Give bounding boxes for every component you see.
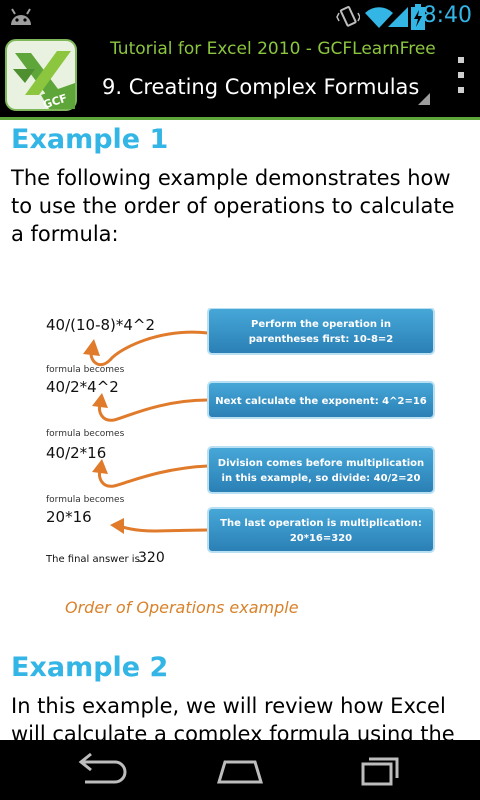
note-box-step-4 xyxy=(207,507,435,553)
example1-heading: Example 1 xyxy=(11,124,169,155)
becomes-label-3: formula becomes xyxy=(46,495,125,505)
android-notification-icon xyxy=(11,8,31,25)
overflow-menu-button[interactable] xyxy=(440,45,480,105)
signal-icon xyxy=(388,7,408,27)
app-title: Tutorial for Excel 2010 - GCFLearnFree xyxy=(110,39,436,59)
status-bar: 8:40 xyxy=(0,0,480,33)
overflow-dot-icon xyxy=(458,87,464,93)
page-selector-dropdown[interactable]: 9. Creating Complex Formulas xyxy=(96,71,436,111)
formula-step-3: 40/2*16 xyxy=(46,444,106,462)
formula-step-4: 20*16 xyxy=(46,508,92,526)
back-button[interactable] xyxy=(55,748,145,792)
clock: 8:40 xyxy=(422,3,472,28)
note-box-step-3 xyxy=(207,446,435,494)
note-step-2-line-1: Next calculate the exponent: 4^2=16 xyxy=(215,396,427,407)
vibrate-icon xyxy=(336,6,360,27)
recent-apps-icon xyxy=(361,757,399,786)
home-button[interactable] xyxy=(195,748,285,792)
formula-step-1: 40/(10-8)*4^2 xyxy=(46,316,155,334)
note-step-1-line-1: Perform the operation in xyxy=(251,319,391,330)
becomes-label-1: formula becomes xyxy=(46,365,125,375)
home-icon xyxy=(216,760,264,784)
arrow-step-3 xyxy=(98,464,209,488)
overflow-dot-icon xyxy=(458,57,464,63)
navigation-bar xyxy=(0,740,480,800)
arrow-head-step-4 xyxy=(110,518,124,534)
note-step-3-line-1: Division comes before multiplication xyxy=(218,458,424,469)
example1-text: The following example demonstrates how t… xyxy=(11,166,455,246)
arrow-step-1 xyxy=(89,330,209,367)
becomes-label-2: formula becomes xyxy=(46,429,125,439)
action-bar: GCF Tutorial for Excel 2010 - GCFLearnFr… xyxy=(0,33,480,120)
arrow-head-step-1 xyxy=(83,339,100,356)
note-step-3-line-2: in this example, so divide: 40/2=20 xyxy=(222,473,421,484)
diagram-caption: Order of Operations example xyxy=(65,598,299,617)
note-step-1-line-2: parentheses first: 10-8=2 xyxy=(249,334,394,345)
note-step-4-line-1: The last operation is multiplication: xyxy=(220,518,422,529)
note-step-4-line-2: 20*16=320 xyxy=(290,533,352,544)
overflow-dot-icon xyxy=(458,72,464,78)
formula-step-2: 40/2*4^2 xyxy=(46,378,119,396)
page-title: 9. Creating Complex Formulas xyxy=(102,75,420,99)
back-icon xyxy=(78,752,127,784)
tutorial-content[interactable]: Example 1 The following example demonstr… xyxy=(0,120,480,740)
final-answer-value: 320 xyxy=(138,550,165,566)
dropdown-triangle-icon xyxy=(418,93,430,105)
arrow-step-2 xyxy=(98,398,209,422)
example2-text: In this example, we will review how Exce… xyxy=(11,694,455,740)
app-icon[interactable]: GCF xyxy=(5,39,77,111)
arrow-step-4 xyxy=(119,524,209,533)
note-box-step-1 xyxy=(207,308,435,355)
recent-apps-button[interactable] xyxy=(335,748,425,792)
final-answer-label: The final answer is xyxy=(45,554,140,565)
order-of-operations-diagram: 40/(10-8)*4^2 Perform the operation in p… xyxy=(45,308,435,566)
example2-heading: Example 2 xyxy=(11,652,169,683)
